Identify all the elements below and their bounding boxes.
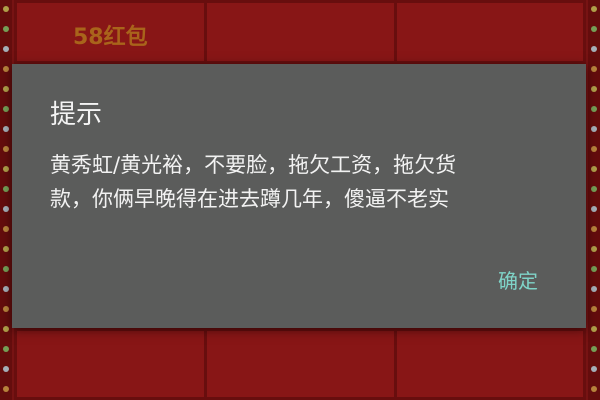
message-line: 黄秀虹/黄光裕，不要脸，拖欠工资，拖欠货 xyxy=(50,153,457,177)
dialog-message: 黄秀虹/黄光裕，不要脸，拖欠工资，拖欠货 款，你俩早晚得在进去蹲几年，傻逼不老实 xyxy=(50,148,560,216)
message-line: 款，你俩早晚得在进去蹲几年，傻逼不老实 xyxy=(50,187,449,211)
confirm-button[interactable]: 确定 xyxy=(496,261,540,298)
alert-dialog: 提示 黄秀虹/黄光裕，不要脸，拖欠工资，拖欠货 款，你俩早晚得在进去蹲几年，傻逼… xyxy=(12,64,586,328)
dialog-title: 提示 xyxy=(50,100,103,130)
